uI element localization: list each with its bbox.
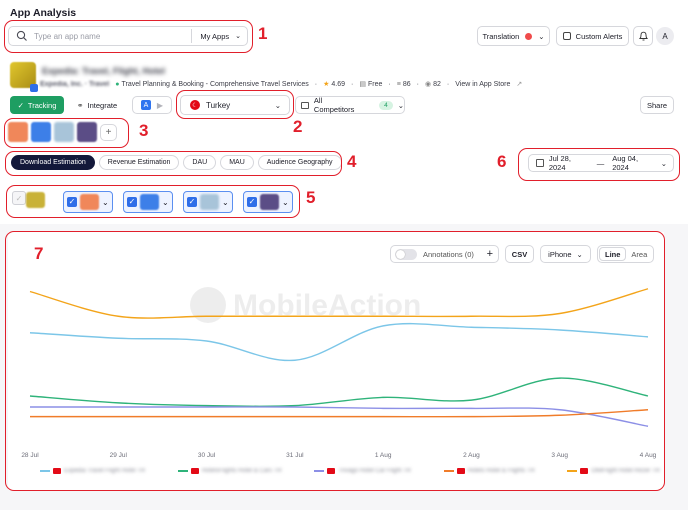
custom-alerts-button[interactable]: Custom Alerts bbox=[556, 26, 629, 46]
annotation-box-3 bbox=[4, 118, 129, 148]
folder-icon bbox=[301, 101, 309, 109]
annotation-number-3: 3 bbox=[139, 121, 149, 140]
google-play-icon[interactable]: ▶ bbox=[157, 101, 163, 110]
annotation-number-5: 5 bbox=[306, 188, 316, 207]
app-price: Free bbox=[368, 80, 383, 88]
translation-toggle[interactable]: Translation ⌄ bbox=[477, 26, 550, 46]
annotation-number-1: 1 bbox=[258, 24, 268, 43]
app-downloads: 86 bbox=[402, 80, 411, 88]
app-score: 82 bbox=[433, 80, 441, 88]
annotation-number-2: 2 bbox=[293, 117, 303, 136]
annotation-box-7 bbox=[5, 231, 665, 491]
tag-icon: ● bbox=[115, 80, 120, 88]
annotation-number-7: 7 bbox=[34, 244, 44, 263]
app-store-badge-icon bbox=[30, 84, 38, 92]
chevron-down-icon: ⌄ bbox=[397, 100, 404, 110]
bell-icon bbox=[638, 31, 648, 41]
view-in-app-store-link[interactable]: View in App Store bbox=[455, 81, 510, 88]
store-platform-toggle[interactable]: A ▶ bbox=[132, 96, 172, 114]
bars-icon: ≡ bbox=[396, 80, 401, 88]
link-icon: ⚭ bbox=[76, 100, 84, 110]
share-button[interactable]: Share bbox=[640, 96, 674, 114]
app-analysis-page: App Analysis Type an app name My Apps ⌄ … bbox=[0, 0, 688, 510]
chevron-down-icon: ⌄ bbox=[538, 31, 545, 41]
translation-status-dot bbox=[525, 32, 533, 40]
notifications-button[interactable] bbox=[633, 26, 653, 46]
annotation-box-1 bbox=[4, 20, 253, 53]
annotation-box-4 bbox=[5, 151, 342, 176]
star-icon: ★ bbox=[323, 81, 330, 88]
annotation-box-6 bbox=[518, 148, 680, 181]
integrate-button[interactable]: ⚭ Integrate bbox=[68, 96, 126, 114]
app-name: Expedia: Travel, Flight, Hotel bbox=[42, 66, 166, 76]
alert-box-icon bbox=[562, 32, 571, 40]
price-icon: ▤ bbox=[359, 81, 366, 88]
competitors-count-badge: 4 bbox=[379, 100, 393, 110]
page-title: App Analysis bbox=[10, 7, 77, 19]
annotation-number-6: 6 bbox=[497, 152, 507, 171]
check-icon: ✓ bbox=[17, 100, 24, 110]
annotation-number-4: 4 bbox=[347, 152, 357, 171]
app-store-icon[interactable]: A bbox=[140, 100, 151, 110]
annotation-box-2 bbox=[176, 90, 294, 119]
annotation-box-5 bbox=[6, 185, 300, 218]
tracking-button[interactable]: ✓ Tracking bbox=[10, 96, 64, 114]
user-avatar[interactable]: A bbox=[656, 27, 674, 45]
competitors-dropdown[interactable]: All Competitors 4 ⌄ bbox=[295, 96, 405, 114]
external-link-icon: ↗ bbox=[516, 81, 523, 88]
app-developer: Expedia, Inc. · Travel bbox=[40, 80, 110, 88]
score-icon: ◉ bbox=[424, 81, 432, 88]
app-rating: 4.69 bbox=[331, 80, 346, 88]
app-subtitle: Travel Planning & Booking - Comprehensiv… bbox=[121, 80, 309, 88]
app-meta-row: Expedia, Inc. · Travel ● Travel Planning… bbox=[40, 80, 523, 89]
